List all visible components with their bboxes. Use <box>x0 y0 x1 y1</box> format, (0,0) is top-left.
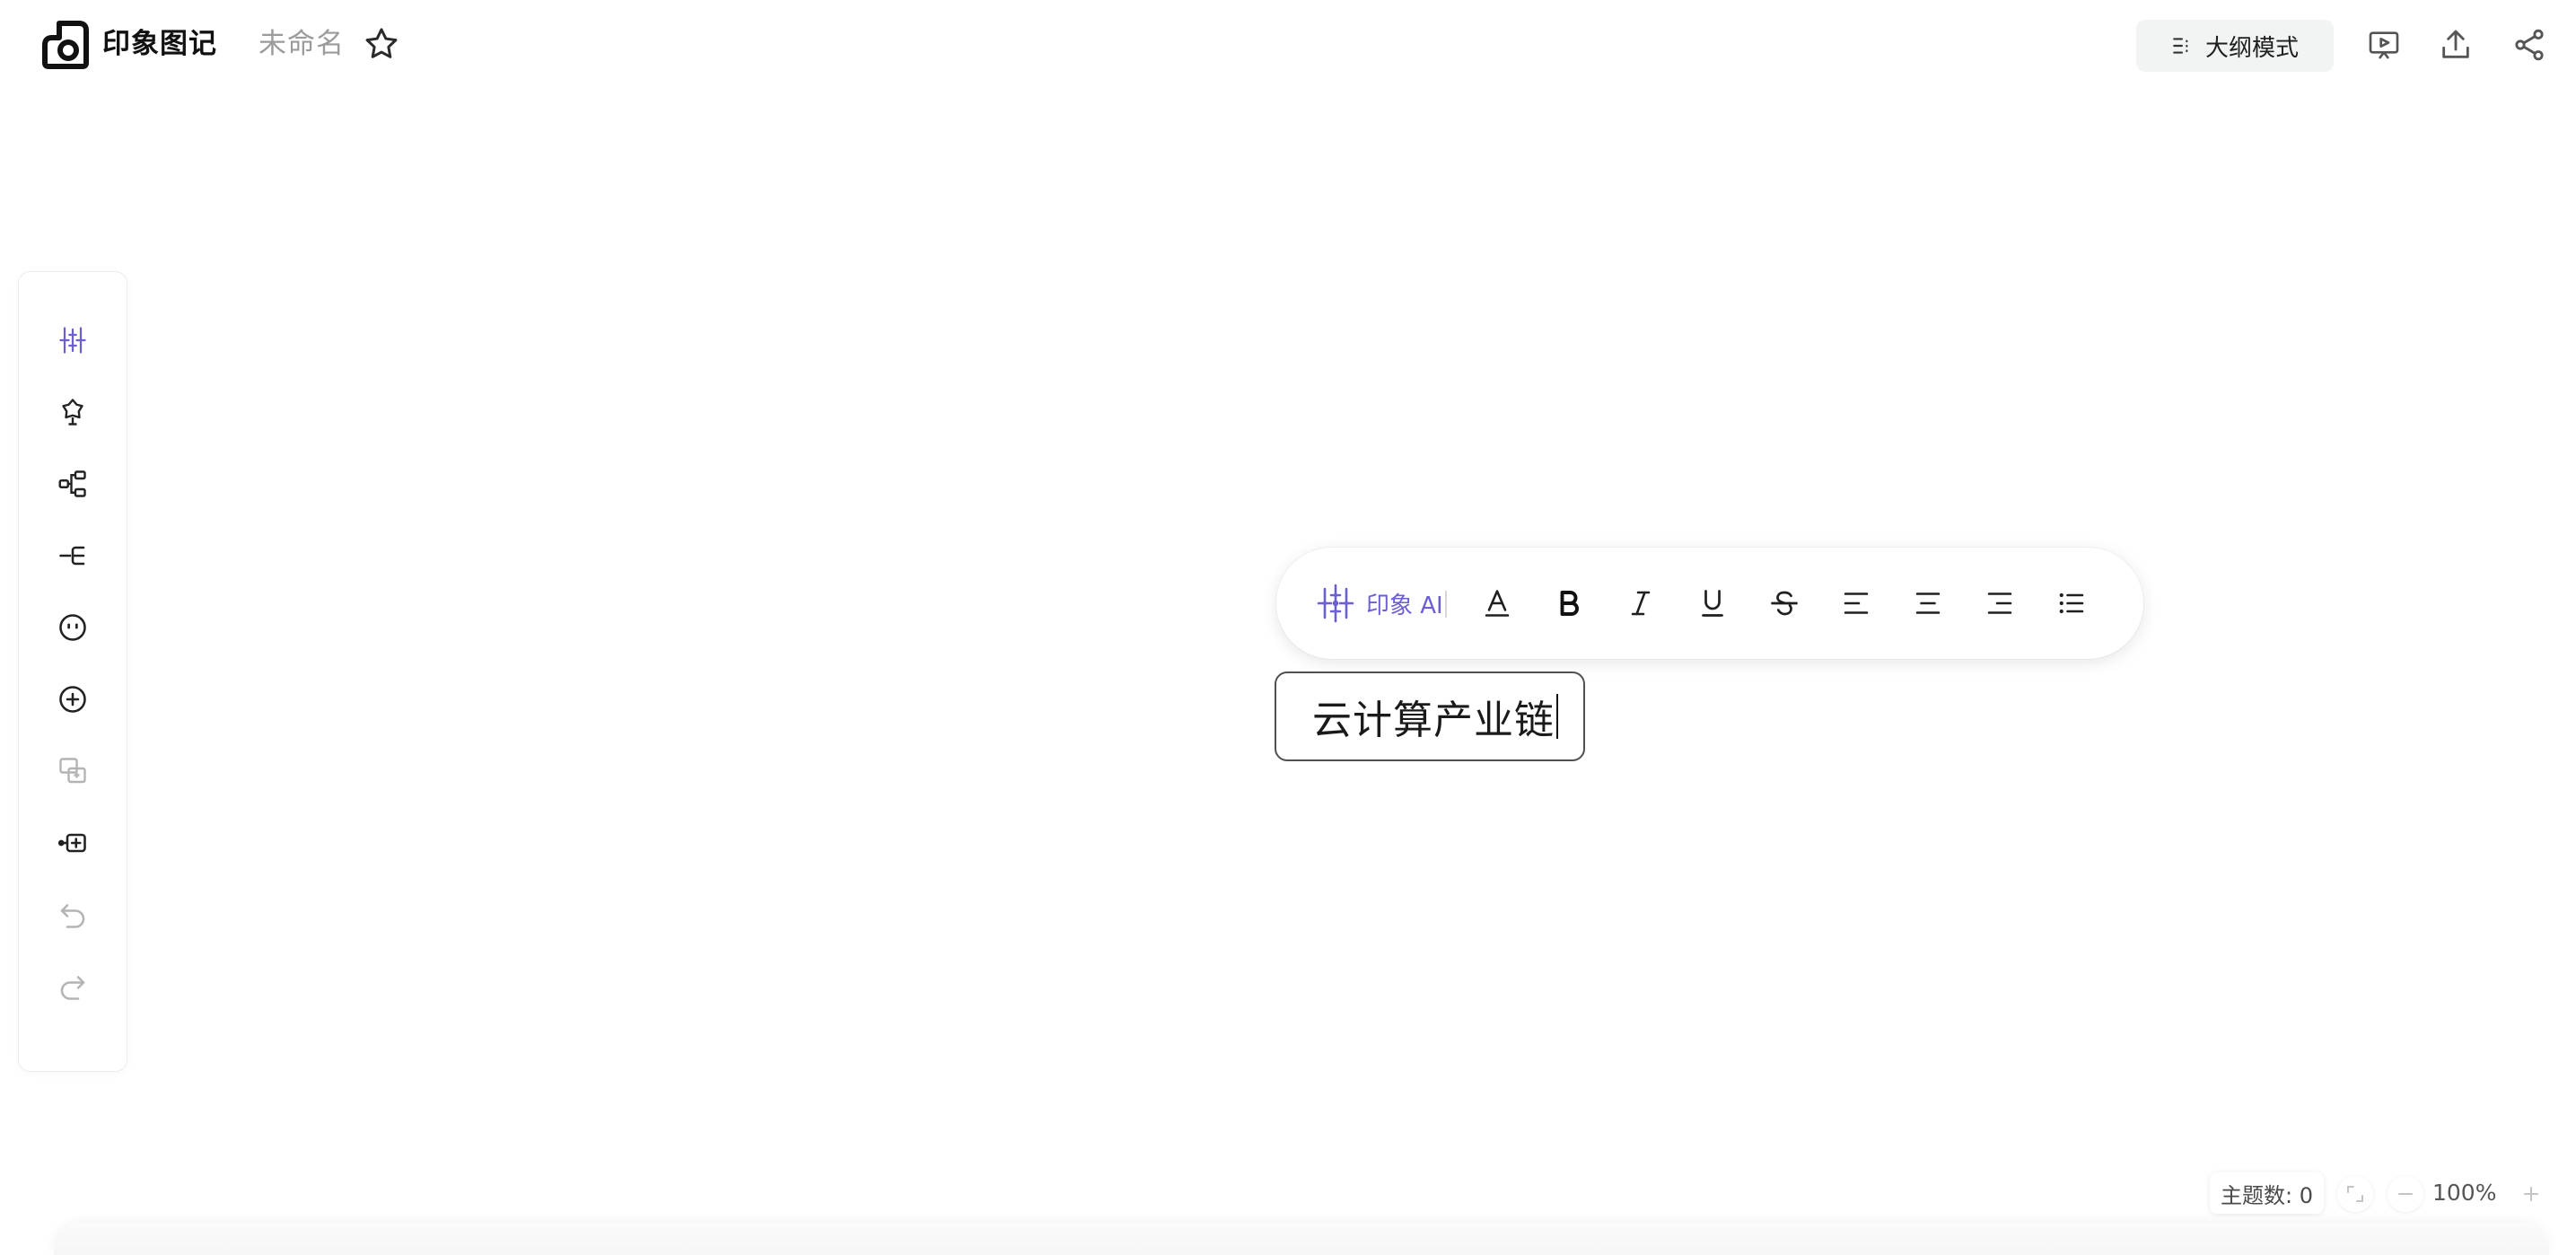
add-topic-icon[interactable] <box>51 678 94 721</box>
insert-sibling-icon[interactable] <box>51 821 94 864</box>
outline-mode-label: 大纲模式 <box>2204 34 2299 62</box>
zoom-out-icon[interactable] <box>2388 1176 2423 1212</box>
zoom-in-icon[interactable] <box>2513 1176 2549 1212</box>
present-icon[interactable] <box>2366 27 2402 63</box>
align-left-icon[interactable] <box>1838 585 1874 621</box>
central-topic-node[interactable]: 云计算产业链 <box>1275 671 1585 761</box>
theme-icon[interactable] <box>51 391 94 434</box>
ai-sparkle-icon[interactable] <box>51 319 94 362</box>
topic-text-input[interactable]: 云计算产业链 <box>1312 688 1555 745</box>
italic-icon[interactable] <box>1623 585 1659 621</box>
app-name: 印象图记 <box>102 28 217 60</box>
text-color-icon[interactable] <box>1479 585 1515 621</box>
structure-icon[interactable] <box>51 462 94 505</box>
export-icon[interactable] <box>2438 27 2474 63</box>
logo-icon <box>39 18 92 70</box>
align-center-icon[interactable] <box>1910 585 1946 621</box>
underline-icon[interactable] <box>1695 585 1730 621</box>
copy-style-icon[interactable] <box>51 750 94 793</box>
emoji-icon[interactable] <box>51 606 94 649</box>
align-right-icon[interactable] <box>1982 585 2018 621</box>
left-toolbar <box>18 271 127 1072</box>
insert-child-icon[interactable] <box>51 534 94 577</box>
ai-label: 印象 AI <box>1366 592 1443 619</box>
zoom-level: 100% <box>2432 1180 2497 1206</box>
outline-mode-button[interactable]: 大纲模式 <box>2136 20 2334 72</box>
topic-count: 主题数: 0 <box>2210 1172 2324 1214</box>
bottom-panel <box>54 1223 2549 1255</box>
redo-icon[interactable] <box>51 965 94 1008</box>
bullet-list-icon[interactable] <box>2054 585 2090 621</box>
format-toolbar: 印象 AI <box>1276 548 2143 659</box>
star-icon[interactable] <box>363 25 400 63</box>
bold-icon[interactable] <box>1551 585 1587 621</box>
undo-icon[interactable] <box>51 893 94 936</box>
document-title[interactable]: 未命名 <box>258 20 345 68</box>
strikethrough-icon[interactable] <box>1766 585 1802 621</box>
toolbar-divider <box>1445 591 1447 618</box>
ai-sparkle-icon <box>1314 582 1357 625</box>
ai-assistant-button[interactable]: 印象 AI <box>1314 580 1443 627</box>
text-caret <box>1556 694 1558 739</box>
outline-icon <box>2171 34 2195 57</box>
share-icon[interactable] <box>2511 27 2547 63</box>
fit-view-icon[interactable] <box>2337 1176 2373 1212</box>
